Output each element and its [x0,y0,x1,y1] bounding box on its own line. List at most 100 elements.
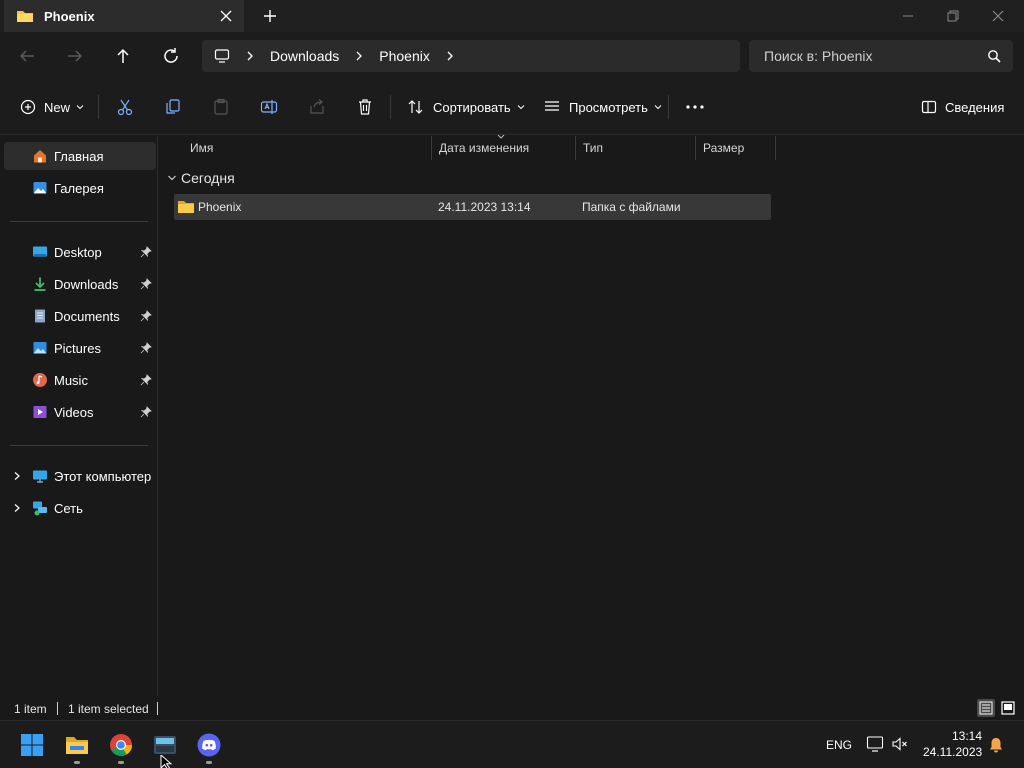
notification-bell-icon[interactable] [987,736,1005,754]
close-tab-icon[interactable] [218,8,234,24]
chevron-right-icon[interactable] [244,50,256,62]
sidebar-item-videos[interactable]: Videos [4,398,156,426]
rename-icon[interactable] [260,96,278,118]
view-label: Просмотреть [569,99,648,115]
pin-icon[interactable] [140,342,152,354]
chevron-down-icon[interactable] [167,173,177,183]
column-header-date[interactable]: Дата изменения [432,134,576,160]
sort-label: Сортировать [433,99,511,115]
sidebar-item-label: Downloads [54,276,119,292]
new-tab-icon[interactable] [262,8,278,24]
new-button[interactable]: New [20,96,84,118]
plus-circle-icon [20,99,36,115]
refresh-icon[interactable] [159,44,183,68]
sidebar-item-gallery[interactable]: Галерея [4,174,156,202]
downloads-icon [34,277,46,291]
pin-icon[interactable] [140,310,152,322]
chrome-icon[interactable] [109,733,133,757]
chevron-right-icon[interactable] [353,50,365,62]
divider [10,221,148,222]
column-header-label: Размер [703,141,745,155]
paste-icon[interactable] [212,96,230,118]
taskbar: ENG 13:14 24.11.2023 [0,720,1024,768]
sidebar-item-home[interactable]: Главная [4,142,156,170]
column-header-name[interactable]: Имя [183,136,432,160]
language-indicator[interactable]: ENG [826,738,852,752]
breadcrumb-phoenix[interactable]: Phoenix [379,48,430,64]
divider [390,95,391,119]
monitor-icon[interactable] [214,48,230,64]
details-pane-icon [921,100,937,114]
tiles-view-icon[interactable] [999,699,1017,717]
sidebar-item-this-pc[interactable]: Этот компьютер [4,462,156,490]
sort-icon [408,100,423,114]
volume-muted-icon[interactable] [891,735,909,753]
search-input[interactable]: Поиск в: Phoenix [749,40,1013,72]
back-arrow-icon[interactable] [15,44,39,68]
chevron-right-icon[interactable] [12,471,22,481]
pin-icon[interactable] [140,406,152,418]
pin-icon[interactable] [140,374,152,386]
music-icon [33,373,47,387]
column-header-type[interactable]: Тип [576,136,696,160]
clock-date[interactable]: 24.11.2023 [923,745,982,759]
running-indicator [118,761,124,764]
file-list: Имя Дата изменения Тип Размер Сегодня Ph… [159,134,1024,696]
tab-phoenix[interactable]: Phoenix [4,0,244,32]
sidebar-item-desktop[interactable]: Desktop [4,238,156,266]
column-header-size[interactable]: Размер [696,136,776,160]
close-window-icon[interactable] [988,6,1008,26]
home-icon [34,150,46,163]
gallery-icon [33,182,47,194]
copy-icon[interactable] [164,96,182,118]
sidebar-item-pictures[interactable]: Pictures [4,334,156,362]
cut-icon[interactable] [116,96,134,118]
keyboard-app-icon[interactable] [153,733,177,757]
address-row: Downloads Phoenix Поиск в: Phoenix [0,32,1024,80]
chevron-right-icon[interactable] [444,50,456,62]
computer-icon [33,470,47,483]
folder-icon [178,201,194,213]
view-button[interactable]: Просмотреть [543,96,662,118]
details-view-icon[interactable] [977,699,995,717]
delete-icon[interactable] [356,96,374,118]
group-label: Сегодня [181,170,235,186]
table-row[interactable]: Phoenix 24.11.2023 13:14 Папка с файлами [174,194,771,220]
minimize-icon[interactable] [898,6,918,26]
group-header-today[interactable]: Сегодня [167,170,235,186]
sidebar-item-label: Pictures [54,340,101,356]
tab-title: Phoenix [44,8,95,24]
sidebar-item-network[interactable]: Сеть [4,494,156,522]
more-options-icon[interactable] [685,96,705,118]
sort-button[interactable]: Сортировать [407,96,525,118]
pin-icon[interactable] [140,278,152,290]
column-header-label: Тип [583,141,604,155]
restore-icon[interactable] [943,6,963,26]
pin-icon[interactable] [140,246,152,258]
sidebar-item-documents[interactable]: Documents [4,302,156,330]
details-pane-button[interactable]: Сведения [921,96,1004,118]
chevron-down-icon [76,105,84,110]
share-icon[interactable] [308,96,326,118]
address-bar[interactable]: Downloads Phoenix [202,40,740,72]
search-icon[interactable] [987,49,1001,63]
discord-icon[interactable] [197,733,221,757]
pictures-icon [33,342,47,354]
sidebar-item-downloads[interactable]: Downloads [4,270,156,298]
chevron-down-icon [517,105,525,110]
start-icon[interactable] [20,733,44,757]
network-tray-icon[interactable] [866,735,884,753]
view-list-icon [545,101,559,111]
forward-arrow-icon[interactable] [63,44,87,68]
breadcrumb-downloads[interactable]: Downloads [270,48,339,64]
sidebar-item-music[interactable]: Music [4,366,156,394]
sidebar-item-label: Music [54,372,88,388]
network-icon [33,501,47,516]
sort-indicator-icon [497,134,505,139]
clock-time[interactable]: 13:14 [952,729,982,743]
folder-icon [17,11,33,22]
sidebar-item-label: Desktop [54,244,102,260]
chevron-right-icon[interactable] [12,503,22,513]
up-arrow-icon[interactable] [111,44,135,68]
file-explorer-icon[interactable] [65,733,89,757]
